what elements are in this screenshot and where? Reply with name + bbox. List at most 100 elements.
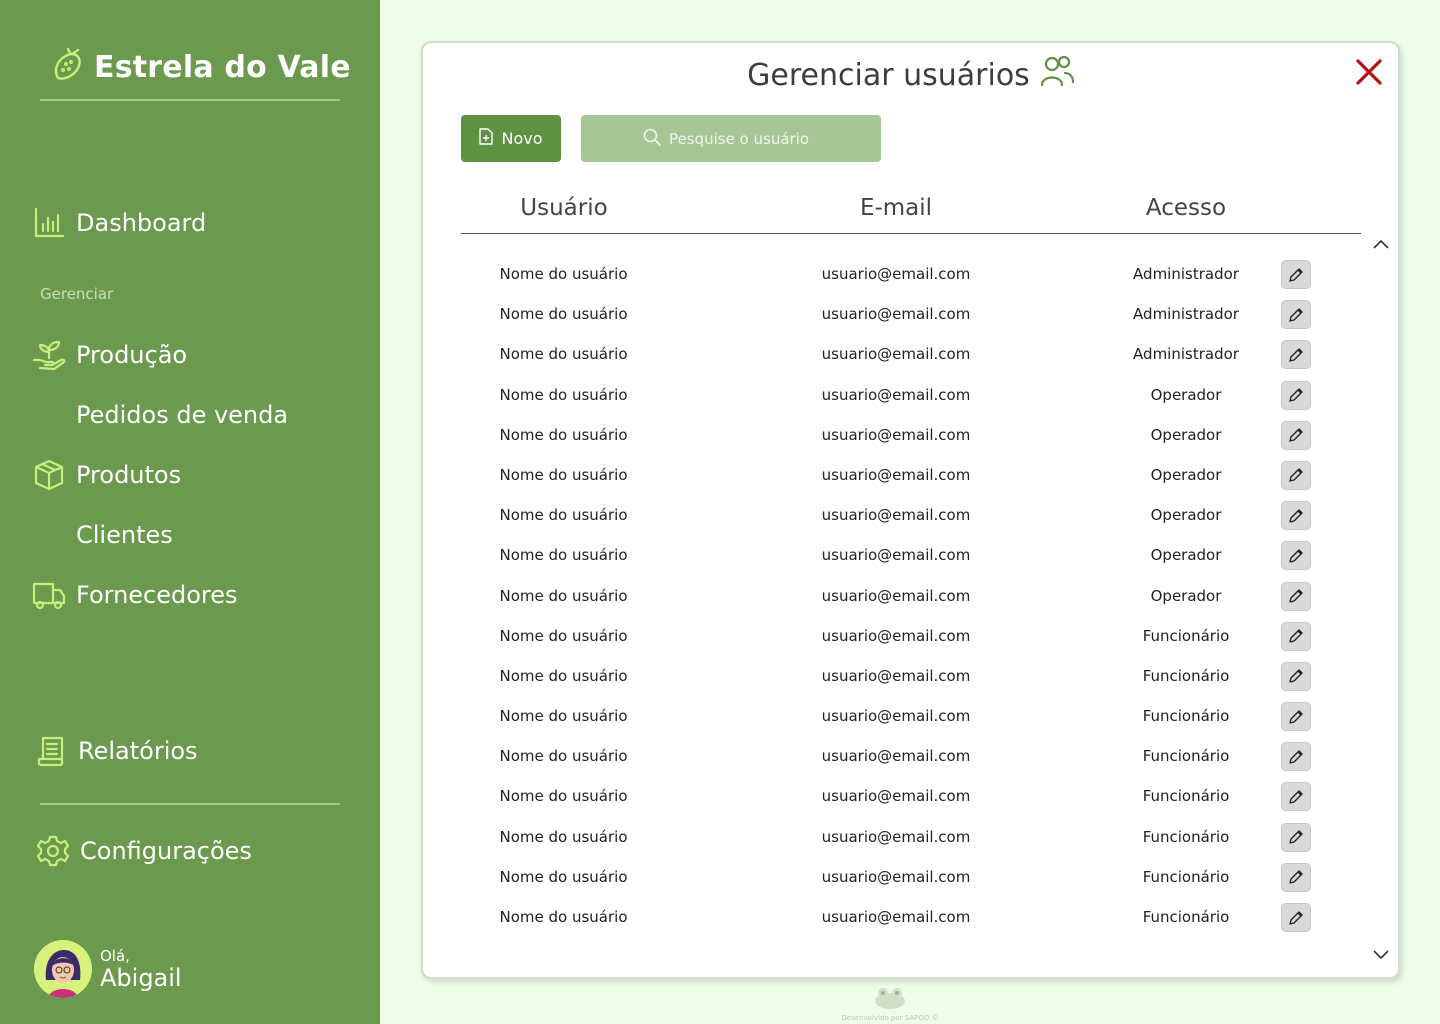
cell-email: usuario@email.com — [821, 305, 971, 324]
cell-access: Funcionário — [1142, 827, 1230, 846]
sidebar-item-fornecedores[interactable]: Fornecedores — [32, 578, 238, 612]
edit-user-button[interactable] — [1281, 581, 1311, 611]
scroll-down-button[interactable] — [1371, 947, 1391, 961]
edit-user-button[interactable] — [1281, 661, 1311, 691]
cell-access: Funcionário — [1142, 707, 1230, 726]
sidebar-item-label: Relatórios — [78, 737, 198, 765]
sidebar-item-label: Produtos — [76, 461, 182, 489]
table-row: Nome do usuário usuario@email.com Funcioná… — [461, 898, 1361, 938]
edit-user-button[interactable] — [1281, 300, 1311, 330]
table-row: Nome do usuário usuario@email.com Operador — [461, 577, 1361, 617]
sidebar-item-produtos[interactable]: Produtos — [32, 458, 181, 492]
search-box[interactable] — [581, 115, 881, 162]
cell-user: Nome do usuário — [499, 506, 628, 525]
edit-user-button[interactable] — [1281, 822, 1311, 852]
frog-logo-icon — [875, 988, 905, 1009]
table-row: Nome do usuário usuario@email.com Funcioná… — [461, 777, 1361, 817]
cell-access: Administrador — [1133, 345, 1239, 364]
cell-user: Nome do usuário — [499, 586, 628, 605]
pencil-icon — [1289, 589, 1303, 603]
edit-user-button[interactable] — [1281, 742, 1311, 772]
new-user-button-label: Novo — [501, 129, 543, 148]
sidebar-item-label: Dashboard — [76, 209, 207, 237]
sidebar-item-dashboard[interactable]: Dashboard — [32, 206, 206, 240]
pencil-icon — [1289, 549, 1303, 563]
cell-email: usuario@email.com — [821, 586, 971, 605]
edit-user-button[interactable] — [1281, 782, 1311, 812]
edit-user-button[interactable] — [1281, 903, 1311, 932]
users-table: Nome do usuário usuario@email.com Administ… — [461, 255, 1361, 938]
users-icon — [1040, 55, 1074, 95]
cell-access: Operador — [1150, 385, 1222, 404]
sidebar-item-relatorios[interactable]: Relatórios — [34, 734, 198, 768]
footer-credit: Desenvolvido por SAPOO © — [841, 1014, 939, 1022]
strawberry-icon — [52, 47, 84, 86]
cell-email: usuario@email.com — [821, 265, 971, 283]
cell-access: Funcionário — [1142, 626, 1230, 645]
truck-icon — [32, 578, 66, 612]
column-header-email[interactable]: E-mail — [776, 195, 1016, 221]
cell-user: Nome do usuário — [499, 707, 628, 726]
box-icon — [32, 458, 66, 492]
edit-user-button[interactable] — [1281, 501, 1311, 531]
edit-user-button[interactable] — [1281, 460, 1311, 490]
edit-user-button[interactable] — [1281, 702, 1311, 732]
edit-user-button[interactable] — [1281, 380, 1311, 410]
sidebar-item-clientes[interactable]: Clientes — [76, 521, 173, 549]
cell-email: usuario@email.com — [821, 425, 971, 444]
cell-email: usuario@email.com — [821, 707, 971, 726]
edit-user-button[interactable] — [1281, 420, 1311, 450]
pencil-icon — [1289, 709, 1303, 724]
cell-user: Nome do usuário — [499, 345, 628, 364]
cell-email: usuario@email.com — [821, 546, 971, 565]
cell-access: Operador — [1150, 465, 1222, 484]
sidebar-item-producao[interactable]: Produção — [32, 338, 187, 372]
pencil-icon — [1289, 428, 1303, 442]
edit-user-button[interactable] — [1281, 260, 1311, 289]
pencil-icon — [1289, 348, 1303, 362]
user-greeting: Olá, — [100, 947, 130, 965]
close-button[interactable] — [1354, 57, 1384, 87]
edit-user-button[interactable] — [1281, 621, 1311, 651]
pencil-icon — [1289, 790, 1303, 804]
sprout-hand-icon — [32, 338, 66, 372]
scroll-up-button[interactable] — [1371, 236, 1391, 250]
cell-user: Nome do usuário — [499, 546, 628, 565]
cell-access: Administrador — [1133, 265, 1239, 283]
pencil-icon — [1289, 669, 1303, 684]
cell-email: usuario@email.com — [821, 908, 971, 926]
user-name: Abigail — [100, 964, 182, 992]
cell-user: Nome do usuário — [499, 265, 628, 283]
new-user-button[interactable]: Novo — [461, 115, 561, 162]
column-header-acesso[interactable]: Acesso — [1066, 195, 1306, 221]
edit-user-button[interactable] — [1281, 862, 1311, 892]
sidebar-item-pedidos-de-venda[interactable]: Pedidos de venda — [76, 401, 288, 429]
cell-user: Nome do usuário — [499, 425, 628, 444]
sidebar-item-label: Configurações — [80, 837, 252, 865]
chevron-up-icon — [1373, 239, 1389, 249]
cell-user: Nome do usuário — [499, 666, 628, 685]
cell-user: Nome do usuário — [499, 747, 628, 766]
cell-email: usuario@email.com — [821, 867, 971, 886]
user-profile[interactable]: Olá, Abigail — [34, 940, 182, 998]
cell-email: usuario@email.com — [821, 506, 971, 525]
search-input[interactable] — [669, 129, 819, 148]
cell-access: Funcionário — [1142, 787, 1230, 806]
cell-user: Nome do usuário — [499, 465, 628, 484]
pencil-icon — [1289, 307, 1303, 322]
edit-user-button[interactable] — [1281, 340, 1311, 370]
manage-users-modal: Gerenciar usuários Novo Pesquise o usuár… — [421, 41, 1400, 979]
cell-user: Nome do usuário — [499, 908, 628, 926]
cell-access: Operador — [1150, 425, 1222, 444]
section-label-gerenciar: Gerenciar — [40, 285, 114, 303]
edit-user-button[interactable] — [1281, 541, 1311, 571]
cell-email: usuario@email.com — [821, 787, 971, 806]
sidebar-item-configuracoes[interactable]: Configurações — [36, 834, 252, 868]
pencil-icon — [1289, 388, 1303, 402]
table-row: Nome do usuário usuario@email.com Operador — [461, 456, 1361, 496]
header-divider — [461, 233, 1361, 234]
table-row: Nome do usuário usuario@email.com Funcioná… — [461, 858, 1361, 898]
table-row: Nome do usuário usuario@email.com Operador — [461, 496, 1361, 536]
column-header-usuario[interactable]: Usuário — [444, 195, 684, 221]
cell-email: usuario@email.com — [821, 747, 971, 766]
